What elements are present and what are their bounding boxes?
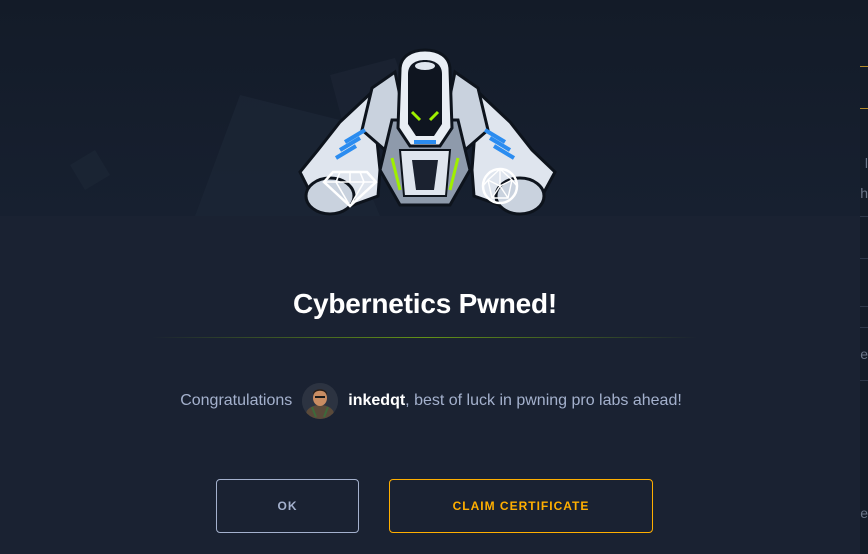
edge-text: h: [860, 185, 868, 201]
robot-mascot-illustration: [70, 48, 557, 216]
edge-text: e: [860, 346, 868, 362]
message-prefix: Congratulations: [180, 392, 293, 409]
modal-banner: [0, 0, 860, 216]
title-divider: [152, 337, 698, 338]
avatar-icon: [302, 383, 339, 419]
pwned-modal: Cybernetics Pwned! Congratulations inked…: [0, 0, 860, 554]
user-avatar: [302, 383, 339, 419]
claim-certificate-button[interactable]: CLAIM CERTIFICATE: [389, 479, 653, 533]
message-suffix: , best of luck in pwning pro labs ahead!: [405, 392, 682, 409]
edge-divider: [860, 66, 868, 67]
username: inkedqt: [348, 392, 406, 409]
edge-divider: [860, 327, 868, 328]
modal-title: Cybernetics Pwned!: [292, 288, 558, 319]
edge-text: e: [860, 505, 868, 521]
edge-divider: [860, 108, 868, 109]
ok-button[interactable]: OK: [216, 479, 359, 533]
edge-divider: [860, 216, 868, 217]
edge-divider: [860, 258, 868, 259]
edge-divider: [860, 306, 868, 307]
background-page-edge: l h e e: [860, 0, 868, 554]
congratulations-message: Congratulations inkedqt , best of luck i…: [0, 380, 862, 422]
